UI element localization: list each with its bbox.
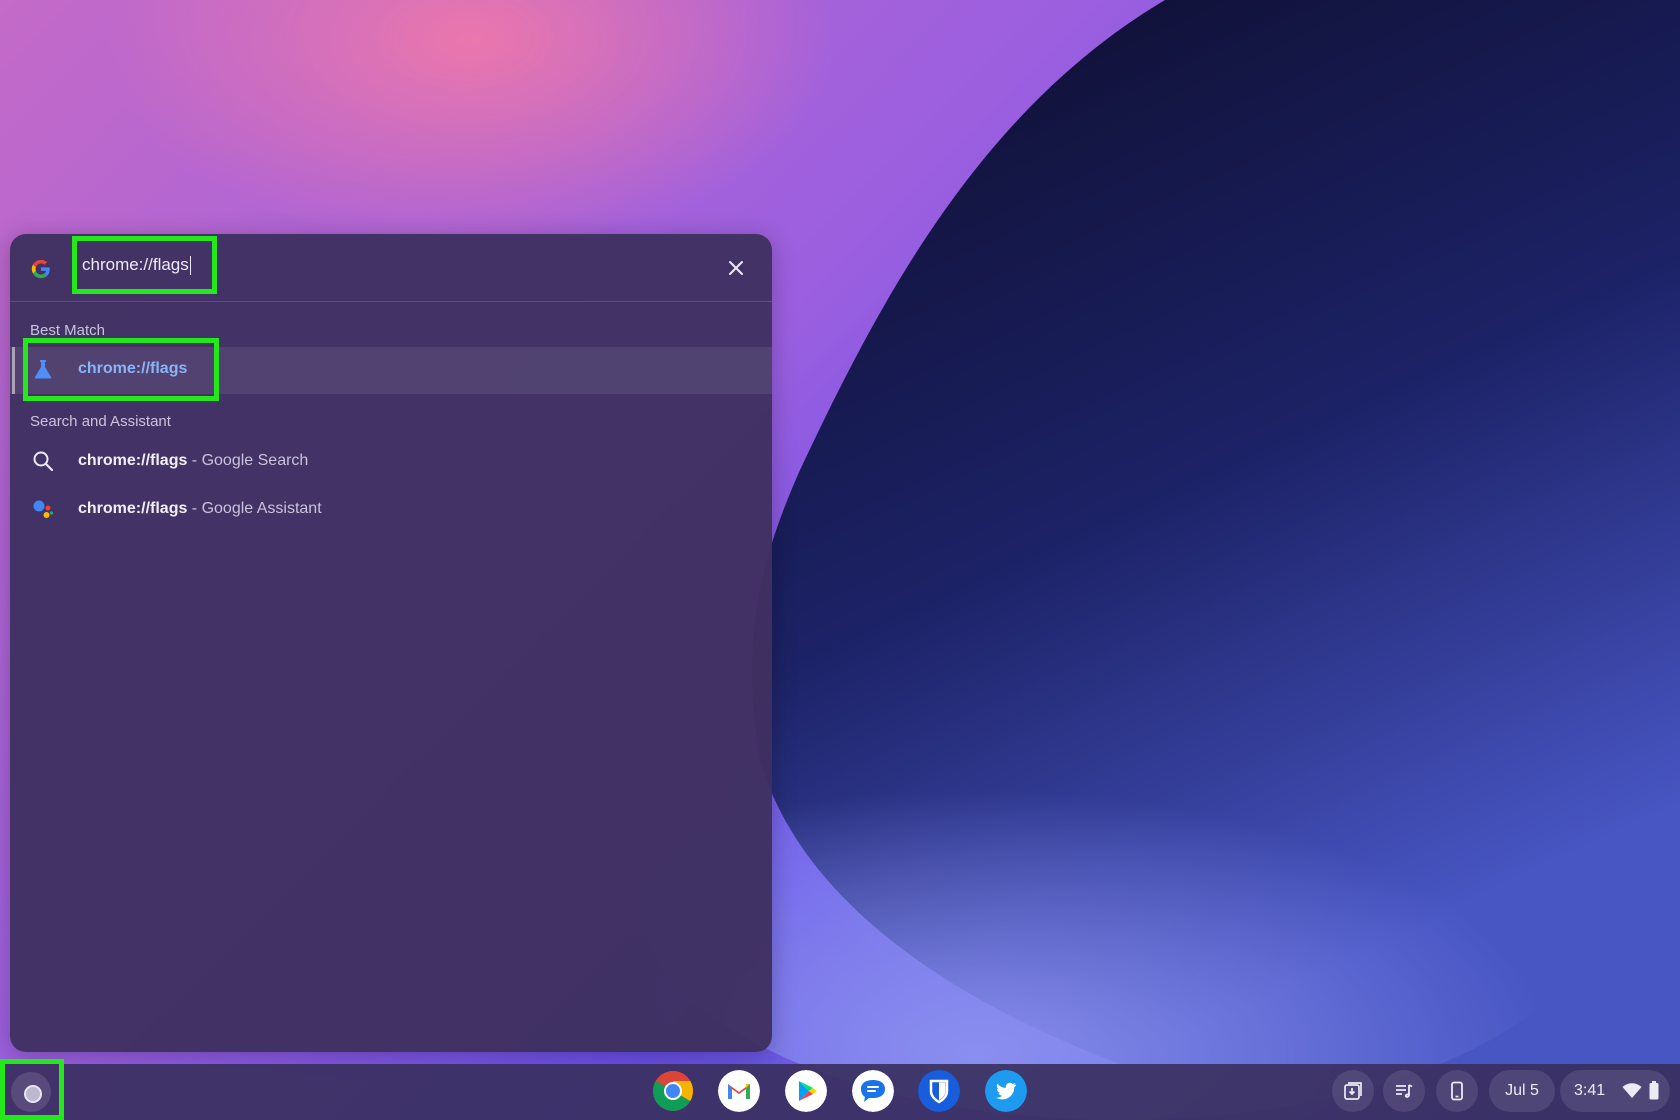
search-bar: chrome://flags — [10, 234, 772, 302]
result-google-assistant[interactable]: chrome://flags - Google Assistant — [10, 486, 772, 532]
gmail-icon[interactable] — [718, 1070, 760, 1112]
result-text: chrome://flags - Google Assistant — [78, 500, 322, 518]
result-suffix: - Google Search — [187, 452, 309, 469]
result-suffix: - Google Assistant — [187, 500, 322, 517]
search-input[interactable]: chrome://flags — [72, 236, 217, 294]
result-text: chrome://flags - Google Search — [78, 452, 308, 470]
result-google-search[interactable]: chrome://flags - Google Search — [10, 438, 772, 484]
launcher-button[interactable] — [0, 1059, 64, 1120]
battery-icon — [1649, 1081, 1659, 1100]
clock-time: 3:41 — [1574, 1082, 1606, 1099]
date-tray[interactable]: Jul 5 — [1489, 1070, 1555, 1112]
google-assistant-icon — [33, 500, 54, 518]
search-assistant-heading: Search and Assistant — [30, 413, 171, 430]
date-label: Jul 5 — [1505, 1082, 1539, 1099]
media-queue-icon — [1396, 1084, 1413, 1098]
media-controls-button[interactable] — [1383, 1070, 1425, 1112]
bitwarden-icon[interactable] — [918, 1070, 960, 1112]
chrome-icon[interactable] — [652, 1070, 694, 1112]
status-area[interactable]: 3:41 — [1560, 1070, 1670, 1112]
google-g-icon — [31, 259, 50, 279]
download-tray-icon — [1344, 1082, 1362, 1100]
shelf — [0, 1064, 1680, 1120]
twitter-icon[interactable] — [985, 1070, 1027, 1112]
launcher-circle-icon — [11, 1072, 51, 1112]
play-store-icon[interactable] — [785, 1070, 827, 1112]
result-query: chrome://flags — [78, 452, 188, 469]
wifi-icon — [1622, 1083, 1642, 1098]
text-cursor — [189, 255, 191, 275]
launcher-panel: chrome://flags Best Match chrome://flags… — [10, 234, 772, 1052]
holding-space-button[interactable] — [1332, 1070, 1374, 1112]
best-match-heading: Best Match — [30, 322, 106, 339]
result-query: chrome://flags — [78, 500, 188, 517]
phone-icon — [1451, 1081, 1463, 1101]
close-icon[interactable] — [724, 256, 748, 280]
selection-indicator — [12, 347, 15, 394]
best-match-highlight-box — [23, 338, 219, 401]
messages-icon[interactable] — [852, 1070, 894, 1112]
phone-hub-button[interactable] — [1436, 1070, 1478, 1112]
search-icon — [33, 451, 54, 472]
search-input-text: chrome://flags — [82, 255, 189, 274]
